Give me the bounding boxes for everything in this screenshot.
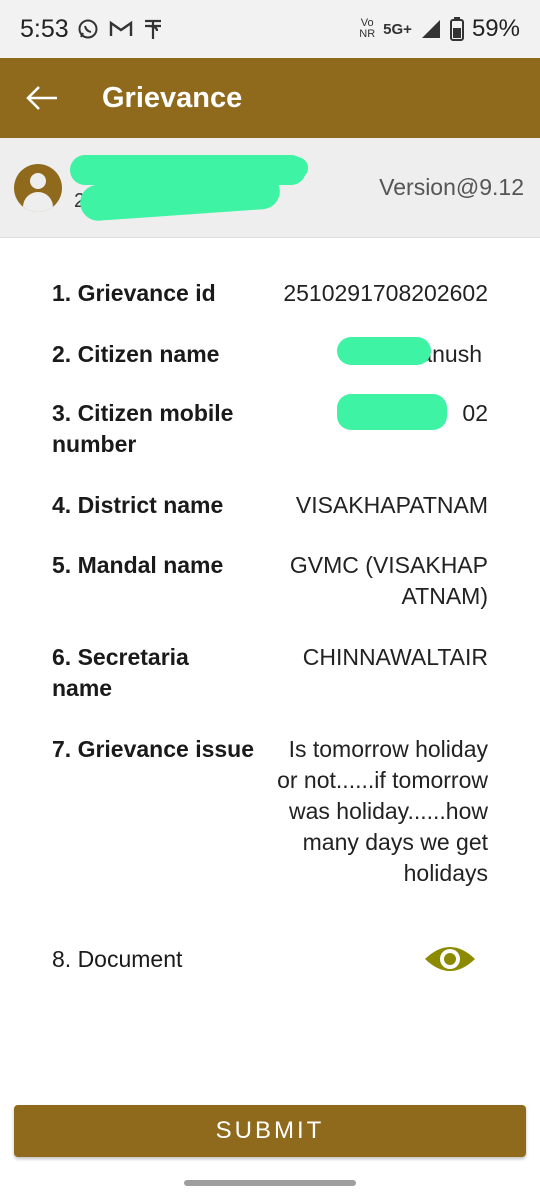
grievance-details: 1. Grievance id 2510291708202602 2. Citi… <box>52 278 488 979</box>
signal-icon <box>420 18 442 40</box>
network-indicator: Vo NR <box>359 18 375 40</box>
redaction-mark <box>224 156 308 179</box>
gmail-icon <box>109 19 133 39</box>
network-type: 5G+ <box>383 20 412 38</box>
page-title: Grievance <box>102 81 243 114</box>
battery-icon <box>449 17 464 41</box>
detail-row-grievance-id: 1. Grievance id 2510291708202602 <box>52 278 488 309</box>
detail-label: 4. District name <box>52 492 224 518</box>
redaction-mark <box>337 394 448 430</box>
notification-icons <box>77 18 163 40</box>
detail-row-district: 4. District name VISAKHAPATNAM <box>52 490 488 521</box>
detail-row-citizen-name: 2. Citizen name anush <box>52 337 488 370</box>
detail-row-secretariat: 6. Secretaria name CHINNAWALTAIR <box>52 642 488 704</box>
user-header: r 2 Version@9.12 <box>0 138 540 238</box>
detail-label: 8. Document <box>52 945 183 972</box>
submit-button[interactable]: SUBMIT <box>14 1105 526 1157</box>
detail-label: 2. Citizen name <box>52 341 220 367</box>
detail-row-mandal: 5. Mandal name GVMC (VISAKHAPATNAM) <box>52 550 488 612</box>
detail-label: 7. Grievance issue <box>52 736 255 762</box>
detail-value: Is tomorrow holiday or not......if tomor… <box>277 736 488 886</box>
detail-value: 2510291708202602 <box>283 280 488 306</box>
status-time: 5:53 <box>20 14 69 43</box>
detail-label: 1. Grievance id <box>52 280 216 306</box>
status-bar: 5:53 Vo NR 5G+ 59% <box>0 0 540 58</box>
nr-label: NR <box>359 28 376 40</box>
arrow-left-icon[interactable] <box>12 68 72 128</box>
detail-value: VISAKHAPATNAM <box>295 492 488 518</box>
home-indicator[interactable] <box>184 1180 356 1186</box>
detail-value: 02 <box>462 400 488 426</box>
detail-row-issue: 7. Grievance issue Is tomorrow holiday o… <box>52 734 488 889</box>
detail-value: GVMC (VISAKHAPATNAM) <box>289 552 488 609</box>
detail-row-mobile: 3. Citizen mobile number 02 <box>52 394 488 460</box>
detail-row-document: 8. Document <box>52 939 488 979</box>
app-version: Version@9.12 <box>379 174 524 200</box>
app-bar: Grievance <box>0 58 540 138</box>
whatsapp-icon <box>77 18 99 40</box>
avatar <box>14 163 62 212</box>
detail-label: 6. Secretaria name <box>52 644 189 701</box>
detail-value: CHINNAWALTAIR <box>302 644 488 670</box>
rupee-app-icon <box>143 18 163 40</box>
eye-icon[interactable] <box>422 939 478 979</box>
detail-label: 3. Citizen mobile number <box>52 400 234 457</box>
user-info: r 2 <box>70 153 308 223</box>
redaction-mark <box>337 337 432 365</box>
battery-percent: 59% <box>471 15 520 42</box>
detail-label: 5. Mandal name <box>52 552 224 578</box>
